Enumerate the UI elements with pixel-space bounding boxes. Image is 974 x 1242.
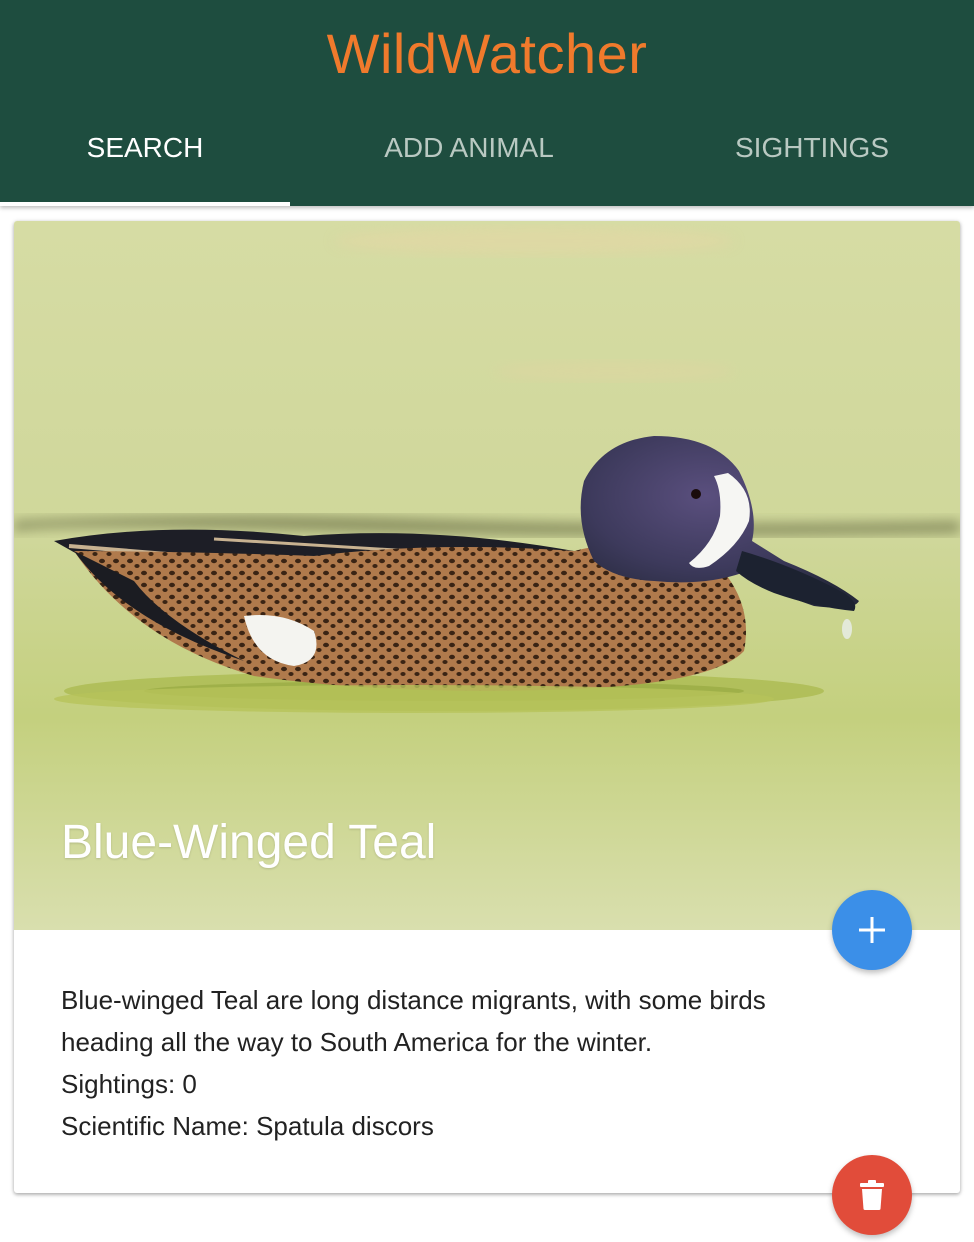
animal-details: Blue-winged Teal are long distance migra… bbox=[61, 979, 861, 1147]
active-tab-indicator bbox=[0, 202, 290, 206]
app-header: WildWatcher SEARCH ADD ANIMAL SIGHTINGS bbox=[0, 0, 974, 206]
trash-icon bbox=[860, 1180, 884, 1210]
sightings-count: Sightings: 0 bbox=[61, 1069, 197, 1099]
plus-icon bbox=[859, 917, 885, 943]
add-sighting-button[interactable] bbox=[832, 890, 912, 970]
scientific-name: Scientific Name: Spatula discors bbox=[61, 1111, 434, 1141]
animal-card: Blue-Winged Teal Blue-winged Teal are lo… bbox=[14, 221, 960, 1193]
tab-sightings[interactable]: SIGHTINGS bbox=[664, 100, 960, 196]
tab-bar: SEARCH ADD ANIMAL SIGHTINGS bbox=[0, 110, 974, 206]
animal-description: Blue-winged Teal are long distance migra… bbox=[61, 985, 766, 1057]
animal-name: Blue-Winged Teal bbox=[61, 816, 437, 869]
tab-add-animal[interactable]: ADD ANIMAL bbox=[324, 100, 614, 196]
delete-animal-button[interactable] bbox=[832, 1155, 912, 1235]
app-title: WildWatcher bbox=[326, 22, 648, 85]
tab-search[interactable]: SEARCH bbox=[0, 100, 290, 196]
